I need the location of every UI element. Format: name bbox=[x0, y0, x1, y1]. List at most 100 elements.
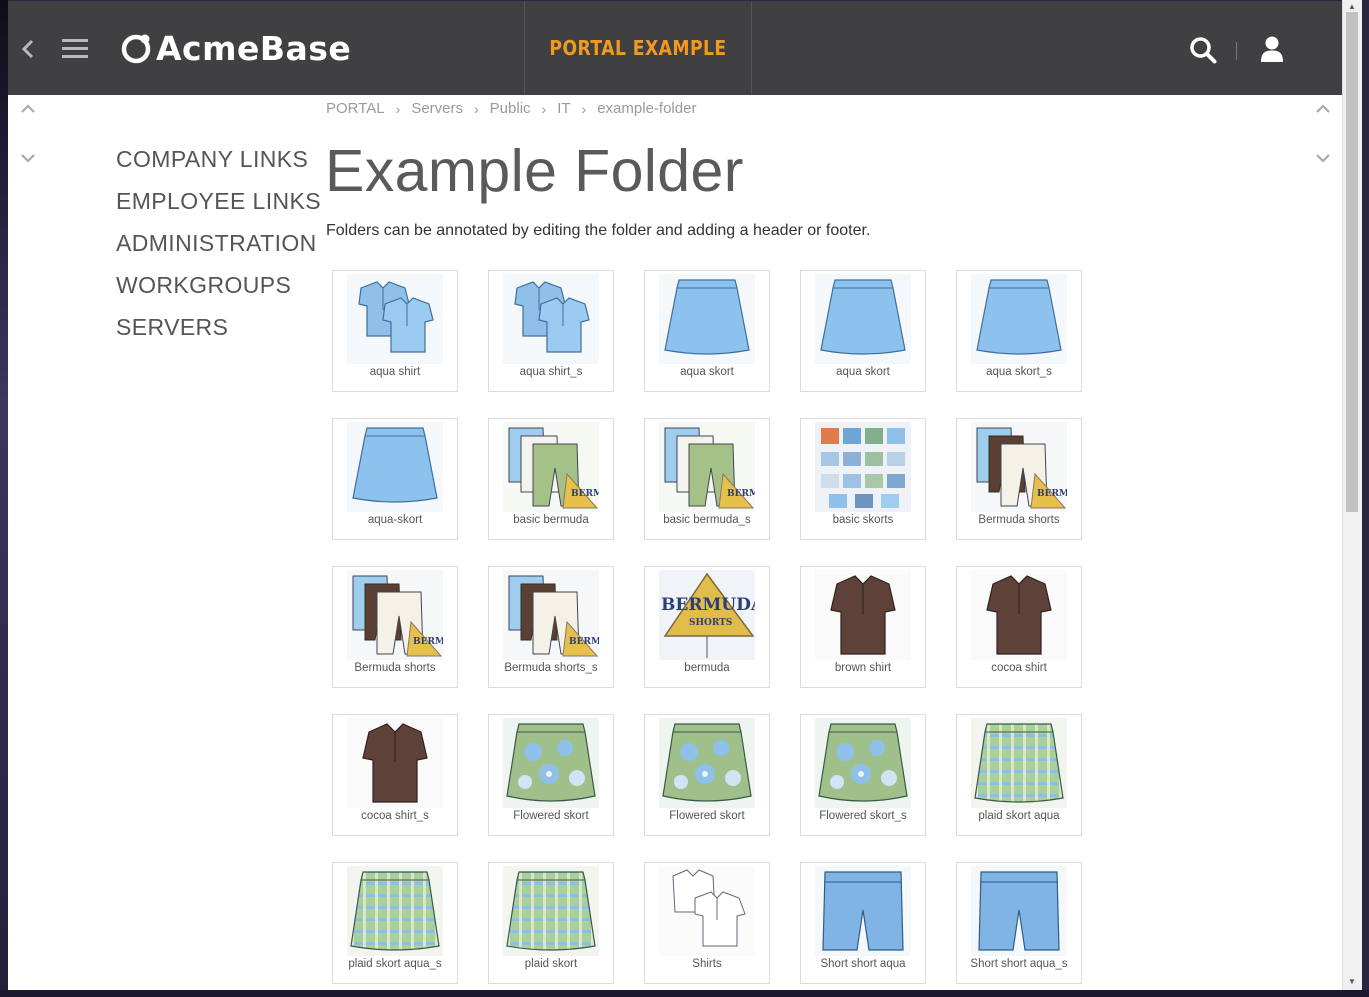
item-thumbnail bbox=[659, 274, 755, 364]
item-label: cocoa shirt bbox=[991, 662, 1047, 674]
svg-text:BERMUDA: BERMUDA bbox=[569, 637, 599, 647]
item-thumbnail: BERMUDA bbox=[971, 422, 1067, 512]
nav-item-administration[interactable]: ADMINISTRATION bbox=[116, 225, 321, 267]
folder-item-tile[interactable]: BERMUDA Bermuda shorts bbox=[956, 418, 1082, 540]
scrollbar-thumb[interactable] bbox=[1346, 12, 1358, 512]
folder-item-tile[interactable]: brown shirt bbox=[800, 566, 926, 688]
folder-item-tile[interactable]: Flowered skort_s bbox=[800, 714, 926, 836]
nav-item-servers[interactable]: SERVERS bbox=[116, 309, 321, 351]
folder-item-tile[interactable]: aqua shirt bbox=[332, 270, 458, 392]
breadcrumb-item[interactable]: IT bbox=[557, 100, 570, 117]
breadcrumb-separator-icon: › bbox=[581, 100, 587, 117]
folder-item-tile[interactable]: BERMUDA basic bermuda_s bbox=[644, 418, 770, 540]
item-thumbnail bbox=[347, 274, 443, 364]
chevron-up-icon[interactable] bbox=[1315, 104, 1331, 114]
folder-item-tile[interactable]: Flowered skort bbox=[488, 714, 614, 836]
breadcrumb: PORTAL › Servers › Public › IT › example… bbox=[326, 100, 696, 117]
window-bottom-edge bbox=[0, 990, 1369, 997]
scroll-down-arrow-icon[interactable]: ▼ bbox=[1348, 977, 1356, 986]
svg-text:BERMUDA: BERMUDA bbox=[1037, 489, 1067, 499]
item-thumbnail: BERMUDA bbox=[659, 422, 755, 512]
item-thumbnail bbox=[659, 718, 755, 808]
folder-item-tile[interactable]: Shirts bbox=[644, 862, 770, 984]
item-label: Bermuda shorts_s bbox=[504, 662, 598, 674]
item-thumbnail bbox=[815, 866, 911, 956]
item-label: Flowered skort_s bbox=[819, 810, 907, 822]
portal-title: PORTAL EXAMPLE bbox=[549, 36, 727, 60]
folder-item-tile[interactable]: Short short aqua_s bbox=[956, 862, 1082, 984]
item-label: aqua shirt_s bbox=[519, 366, 583, 378]
item-label: aqua-skort bbox=[367, 514, 423, 526]
user-icon[interactable] bbox=[1260, 35, 1284, 63]
nav-item-company-links[interactable]: COMPANY LINKS bbox=[116, 141, 321, 183]
item-label: Short short aqua_s bbox=[970, 958, 1068, 970]
desktop-background bbox=[0, 0, 8, 997]
folder-item-tile[interactable]: cocoa shirt bbox=[956, 566, 1082, 688]
search-icon[interactable] bbox=[1189, 36, 1217, 64]
item-label: basic skorts bbox=[832, 514, 894, 526]
logo-text: AcmeBase bbox=[156, 28, 352, 68]
portal-title-box: PORTAL EXAMPLE bbox=[524, 1, 752, 95]
item-thumbnail bbox=[815, 422, 911, 512]
chevron-down-icon[interactable] bbox=[20, 153, 36, 163]
chevron-down-icon[interactable] bbox=[1315, 153, 1331, 163]
breadcrumb-item[interactable]: PORTAL bbox=[326, 100, 385, 117]
item-thumbnail bbox=[347, 718, 443, 808]
item-thumbnail bbox=[971, 274, 1067, 364]
item-thumbnail: BERMUDA bbox=[503, 570, 599, 660]
item-label: plaid skort aqua_s bbox=[348, 958, 442, 970]
vertical-scrollbar[interactable]: ▲ ▼ bbox=[1342, 0, 1362, 990]
item-label: Bermuda shorts bbox=[354, 662, 436, 674]
item-label: brown shirt bbox=[834, 662, 892, 674]
folder-item-tile[interactable]: plaid skort aqua bbox=[956, 714, 1082, 836]
folder-item-grid: aqua shirt aqua shirt_s aqua skort aqua … bbox=[332, 270, 1082, 984]
item-label: Short short aqua bbox=[820, 958, 906, 970]
item-thumbnail bbox=[815, 274, 911, 364]
folder-item-tile[interactable]: basic skorts bbox=[800, 418, 926, 540]
nav-item-workgroups[interactable]: WORKGROUPS bbox=[116, 267, 321, 309]
item-label: aqua skort_s bbox=[986, 366, 1052, 378]
scroll-up-arrow-icon[interactable]: ▲ bbox=[1348, 2, 1356, 11]
folder-item-tile[interactable]: aqua skort bbox=[644, 270, 770, 392]
folder-item-tile[interactable]: BERMUDA SHORTS bermuda bbox=[644, 566, 770, 688]
item-label: basic bermuda_s bbox=[663, 514, 751, 526]
item-thumbnail bbox=[503, 718, 599, 808]
item-thumbnail bbox=[971, 570, 1067, 660]
folder-item-tile[interactable]: BERMUDA Bermuda shorts_s bbox=[488, 566, 614, 688]
svg-text:BERMUDA: BERMUDA bbox=[413, 637, 443, 647]
folder-item-tile[interactable]: aqua skort_s bbox=[956, 270, 1082, 392]
item-label: aqua shirt bbox=[369, 366, 421, 378]
folder-item-tile[interactable]: aqua skort bbox=[800, 270, 926, 392]
chevron-up-icon[interactable] bbox=[20, 104, 36, 114]
folder-item-tile[interactable]: cocoa shirt_s bbox=[332, 714, 458, 836]
breadcrumb-item[interactable]: Public bbox=[490, 100, 531, 117]
folder-item-tile[interactable]: Short short aqua bbox=[800, 862, 926, 984]
logo-mark-icon bbox=[121, 34, 151, 64]
item-label: cocoa shirt_s bbox=[361, 810, 429, 822]
item-thumbnail bbox=[347, 866, 443, 956]
folder-item-tile[interactable]: plaid skort bbox=[488, 862, 614, 984]
folder-item-tile[interactable]: aqua shirt_s bbox=[488, 270, 614, 392]
browser-viewport: AcmeBase PORTAL EXAMPLE PORTAL › Servers… bbox=[8, 1, 1342, 990]
folder-item-tile[interactable]: BERMUDA Bermuda shorts bbox=[332, 566, 458, 688]
back-arrow-icon[interactable] bbox=[20, 37, 36, 61]
breadcrumb-separator-icon: › bbox=[395, 100, 401, 117]
item-thumbnail: BERMUDA bbox=[503, 422, 599, 512]
item-label: Bermuda shorts bbox=[978, 514, 1060, 526]
page-title: Example Folder bbox=[325, 138, 744, 204]
hamburger-menu-icon[interactable] bbox=[62, 38, 88, 60]
item-thumbnail bbox=[503, 274, 599, 364]
folder-item-tile[interactable]: Flowered skort bbox=[644, 714, 770, 836]
breadcrumb-item[interactable]: Servers bbox=[411, 100, 463, 117]
item-thumbnail: BERMUDA SHORTS bbox=[659, 570, 755, 660]
folder-description: Folders can be annotated by editing the … bbox=[326, 222, 871, 239]
item-label: plaid skort aqua bbox=[978, 810, 1060, 822]
app-logo[interactable]: AcmeBase bbox=[120, 27, 351, 69]
folder-item-tile[interactable]: plaid skort aqua_s bbox=[332, 862, 458, 984]
folder-item-tile[interactable]: BERMUDA basic bermuda bbox=[488, 418, 614, 540]
folder-item-tile[interactable]: aqua-skort bbox=[332, 418, 458, 540]
breadcrumb-separator-icon: › bbox=[474, 100, 479, 117]
svg-text:BERMUDA: BERMUDA bbox=[571, 489, 599, 499]
header-divider bbox=[1236, 42, 1237, 60]
nav-item-employee-links[interactable]: EMPLOYEE LINKS bbox=[116, 183, 321, 225]
